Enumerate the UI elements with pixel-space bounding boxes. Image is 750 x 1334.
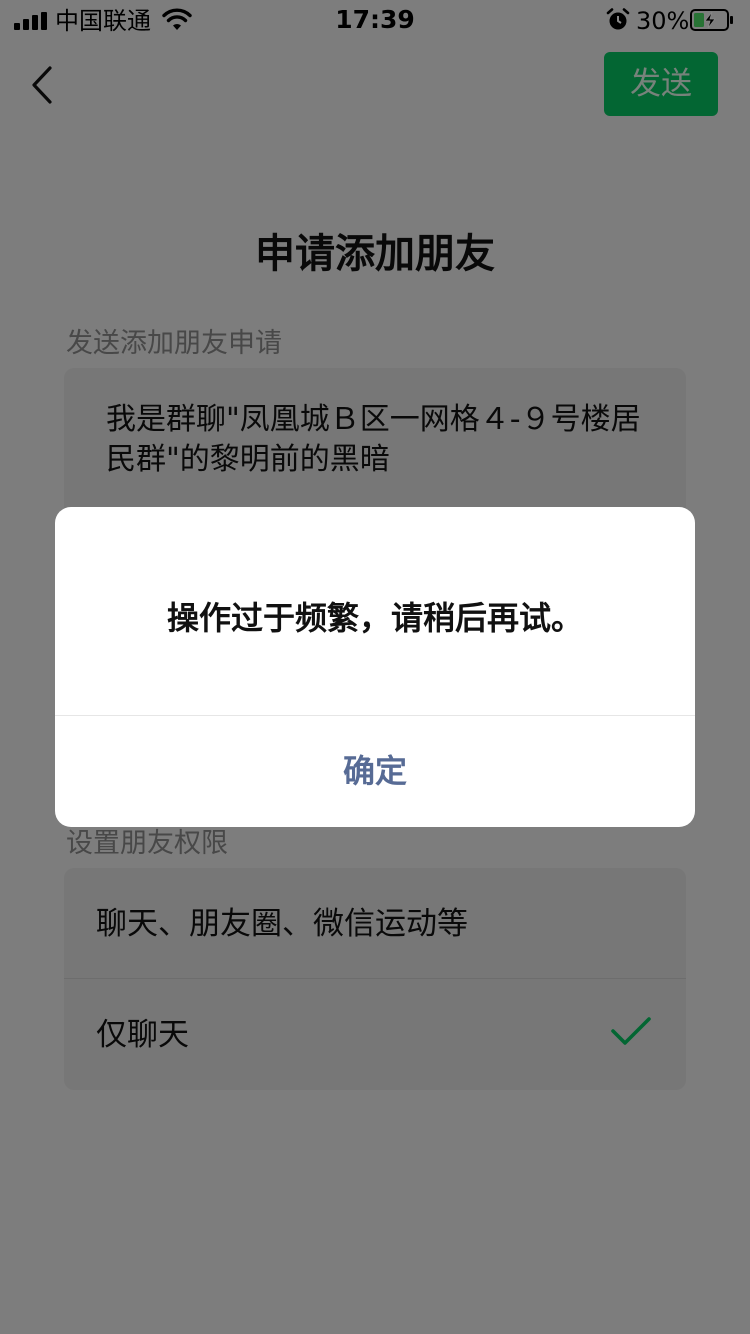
alert-dialog: 操作过于频繁，请稍后再试。 确定 <box>55 507 695 827</box>
dialog-message: 操作过于频繁，请稍后再试。 <box>166 599 583 637</box>
dialog-ok-button[interactable]: 确定 <box>55 716 695 827</box>
